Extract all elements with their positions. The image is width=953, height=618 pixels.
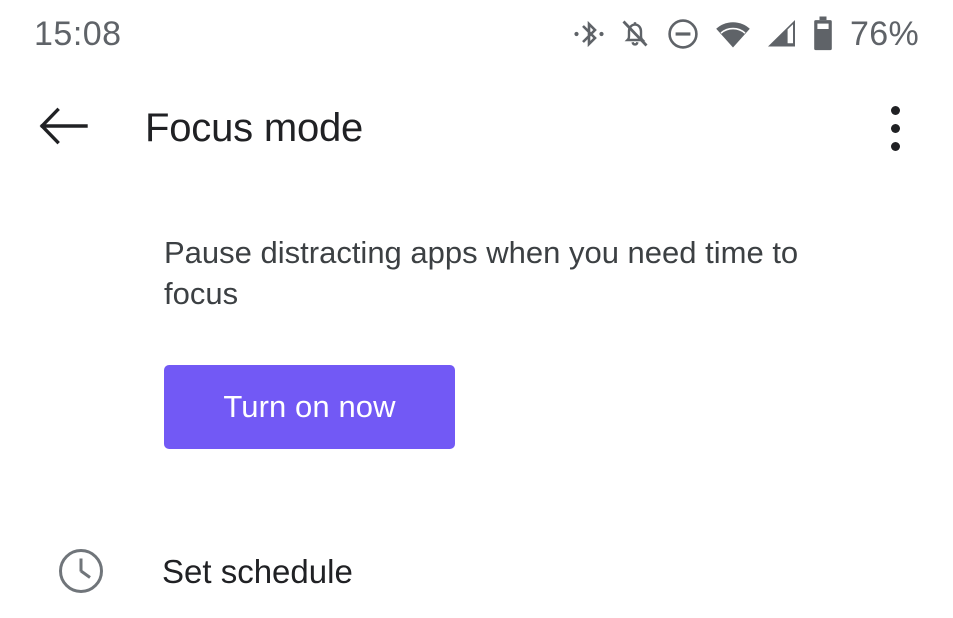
overflow-menu-button[interactable] xyxy=(867,96,923,160)
more-vert-icon-dot xyxy=(890,141,900,151)
more-vert-icon xyxy=(890,105,900,115)
turn-on-now-button[interactable]: Turn on now xyxy=(164,365,455,449)
cellular-signal-icon xyxy=(766,18,798,50)
clock-icon xyxy=(55,545,107,597)
more-vert-icon-dot xyxy=(890,123,900,133)
arrow-back-icon xyxy=(39,105,89,152)
focus-mode-description: Pause distracting apps when you need tim… xyxy=(164,235,799,311)
status-bar: 15:08 76% xyxy=(0,0,953,68)
page-title: Focus mode xyxy=(145,106,364,150)
back-button[interactable] xyxy=(22,86,106,170)
do-not-disturb-icon xyxy=(666,17,700,51)
wifi-icon xyxy=(714,18,752,50)
list-item-label: Set schedule xyxy=(162,552,353,590)
bluetooth-icon xyxy=(574,16,604,52)
battery-icon xyxy=(812,15,834,53)
list-item-set-schedule[interactable]: Set schedule xyxy=(0,524,953,618)
status-bar-icons: 76% xyxy=(574,15,919,53)
status-bar-clock: 15:08 xyxy=(34,15,122,53)
battery-percent-label: 76% xyxy=(850,15,919,53)
notifications-muted-icon xyxy=(618,16,652,52)
app-bar: Focus mode xyxy=(0,86,953,170)
